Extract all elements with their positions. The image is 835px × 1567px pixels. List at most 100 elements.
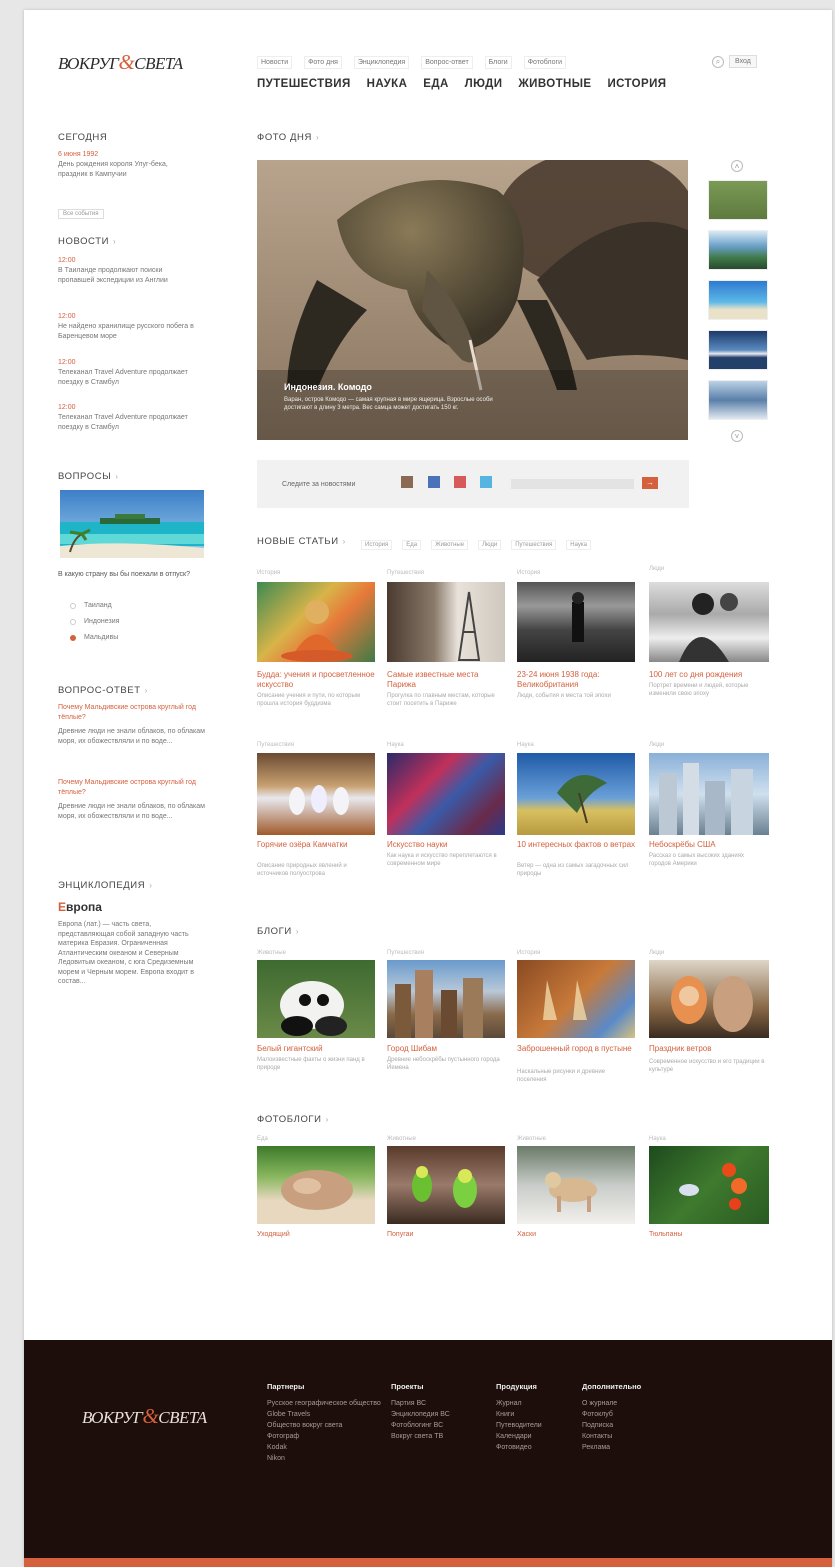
blog-image[interactable] [649, 960, 769, 1038]
filter-tab[interactable]: Животные [431, 540, 469, 550]
footer-link[interactable]: Журнал [496, 1398, 542, 1409]
photoblog-image[interactable] [649, 1146, 769, 1224]
blog-image[interactable] [517, 960, 635, 1038]
footer-link[interactable]: Книги [496, 1409, 542, 1420]
card-title[interactable]: Уходящий [257, 1230, 290, 1240]
filter-tab[interactable]: Люди [478, 540, 502, 550]
card-title[interactable]: Тюльпаны [649, 1230, 682, 1240]
questions-title[interactable]: ВОПРОСЫ › [58, 471, 119, 482]
radio-option-selected[interactable] [70, 635, 76, 641]
footer-logo[interactable]: ВОКРУГ&СВЕТА [82, 1404, 207, 1429]
card-title[interactable]: Белый гигантский [257, 1044, 375, 1054]
card-title[interactable]: 100 лет со дня рождения [649, 670, 767, 680]
footer-link[interactable]: Реклама [582, 1442, 641, 1453]
news-item[interactable]: Телеканал Travel Adventure продолжает по… [58, 368, 198, 387]
footer-link[interactable]: Фотограф [267, 1431, 381, 1442]
article-image[interactable] [517, 753, 635, 835]
footer-link[interactable]: Подписка [582, 1420, 641, 1431]
top-link[interactable]: Вопрос-ответ [421, 56, 473, 69]
blog-image[interactable] [387, 960, 505, 1038]
top-link[interactable]: Блоги [484, 56, 512, 69]
filter-tab[interactable]: Еда [402, 540, 422, 550]
news-title[interactable]: НОВОСТИ › [58, 236, 116, 247]
photoblog-image[interactable] [387, 1146, 505, 1224]
photo-day-title[interactable]: ФОТО ДНЯ › [257, 132, 319, 143]
footer-link[interactable]: Фотоклуб [582, 1409, 641, 1420]
footer-link[interactable]: Вокруг света ТВ [391, 1431, 450, 1442]
footer-link[interactable]: О журнале [582, 1398, 641, 1409]
card-title[interactable]: Небоскрёбы США [649, 840, 767, 850]
option-label[interactable]: Мальдивы [84, 633, 118, 643]
nav-item-science[interactable]: НАУКА [367, 78, 408, 90]
top-link[interactable]: Энциклопедия [353, 56, 410, 69]
footer-link[interactable]: Путеводители [496, 1420, 542, 1431]
qa-question[interactable]: Почему Мальдивские острова круглый год т… [58, 703, 208, 722]
footer-link[interactable]: Партия ВС [391, 1398, 450, 1409]
card-title[interactable]: 10 интересных фактов о ветрах [517, 840, 635, 850]
footer-link[interactable]: Русское географическое общество [267, 1398, 381, 1409]
photoblog-image[interactable] [517, 1146, 635, 1224]
thumbnail[interactable] [708, 330, 768, 370]
social-icon[interactable] [401, 476, 413, 488]
news-item[interactable]: Телеканал Travel Adventure продолжает по… [58, 413, 198, 432]
footer-link[interactable]: Фотовидео [496, 1442, 542, 1453]
article-image[interactable] [257, 753, 375, 835]
card-title[interactable]: Попугаи [387, 1230, 413, 1240]
card-title[interactable]: Праздник ветров [649, 1044, 767, 1054]
option-label[interactable]: Индонезия [84, 617, 119, 627]
article-image[interactable] [387, 582, 505, 662]
footer-link[interactable]: Контакты [582, 1431, 641, 1442]
nav-item-history[interactable]: ИСТОРИЯ [607, 78, 666, 90]
footer-link[interactable]: Общество вокруг света [267, 1420, 381, 1431]
top-link[interactable]: Новости [257, 56, 293, 69]
card-title[interactable]: Горячие озёра Камчатки [257, 840, 375, 850]
footer-link[interactable]: Календари [496, 1431, 542, 1442]
card-title[interactable]: Хаски [517, 1230, 536, 1240]
news-item[interactable]: В Таиланде продолжают поиски пропавшей э… [58, 266, 198, 285]
card-title[interactable]: Самые известные места Парижа [387, 670, 505, 689]
blogs-title[interactable]: БЛОГИ › [257, 926, 299, 937]
radio-option[interactable] [70, 603, 76, 609]
footer-link[interactable]: Globe Travels [267, 1409, 381, 1420]
thumbnail[interactable] [708, 180, 768, 220]
card-title[interactable]: 23-24 июня 1938 года: Великобритания [517, 670, 635, 689]
nav-item-travel[interactable]: ПУТЕШЕСТВИЯ [257, 78, 351, 90]
article-image[interactable] [649, 582, 769, 662]
card-title[interactable]: Город Шибам [387, 1044, 505, 1054]
subscribe-button[interactable]: → [642, 477, 658, 489]
card-title[interactable]: Искусство науки [387, 840, 505, 850]
qa-question[interactable]: Почему Мальдивские острова круглый год т… [58, 778, 208, 797]
article-image[interactable] [517, 582, 635, 662]
footer-link[interactable]: Nikon [267, 1453, 381, 1464]
email-input[interactable] [511, 479, 634, 489]
blog-image[interactable] [257, 960, 375, 1038]
thumbnail[interactable] [708, 280, 768, 320]
article-image[interactable] [649, 753, 769, 835]
chevron-down-icon[interactable]: ˅ [731, 430, 743, 442]
qa-title[interactable]: ВОПРОС-ОТВЕТ › [58, 685, 148, 696]
thumbnail[interactable] [708, 230, 768, 270]
photoblog-image[interactable] [257, 1146, 375, 1224]
encyclopedia-heading[interactable]: Европа [58, 900, 102, 914]
facebook-icon[interactable] [428, 476, 440, 488]
site-logo[interactable]: ВОКРУГ&СВЕТА [58, 50, 183, 75]
footer-link[interactable]: Фотоблогинг ВС [391, 1420, 450, 1431]
footer-link[interactable]: Энциклопедия ВС [391, 1409, 450, 1420]
search-icon[interactable]: ⌕ [712, 55, 724, 68]
thumbnail[interactable] [708, 380, 768, 420]
today-date[interactable]: 6 июня 1992 [58, 150, 198, 160]
option-label[interactable]: Таиланд [84, 601, 112, 611]
card-title[interactable]: Заброшенный город в пустыне [517, 1044, 635, 1054]
filter-tab[interactable]: История [361, 540, 393, 550]
filter-tab[interactable]: Наука [566, 540, 591, 550]
today-all-button[interactable]: Все события [58, 209, 104, 219]
footer-link[interactable]: Kodak [267, 1442, 381, 1453]
chevron-up-icon[interactable]: ˄ [731, 160, 743, 172]
article-image[interactable] [387, 753, 505, 835]
nav-item-people[interactable]: ЛЮДИ [465, 78, 503, 90]
google-icon[interactable] [454, 476, 466, 488]
new-articles-title[interactable]: НОВЫЕ СТАТЬИ › [257, 536, 346, 547]
top-link[interactable]: Фотоблоги [523, 56, 566, 69]
twitter-icon[interactable] [480, 476, 492, 488]
news-item[interactable]: Не найдено хранилище русского побега в Б… [58, 322, 198, 341]
